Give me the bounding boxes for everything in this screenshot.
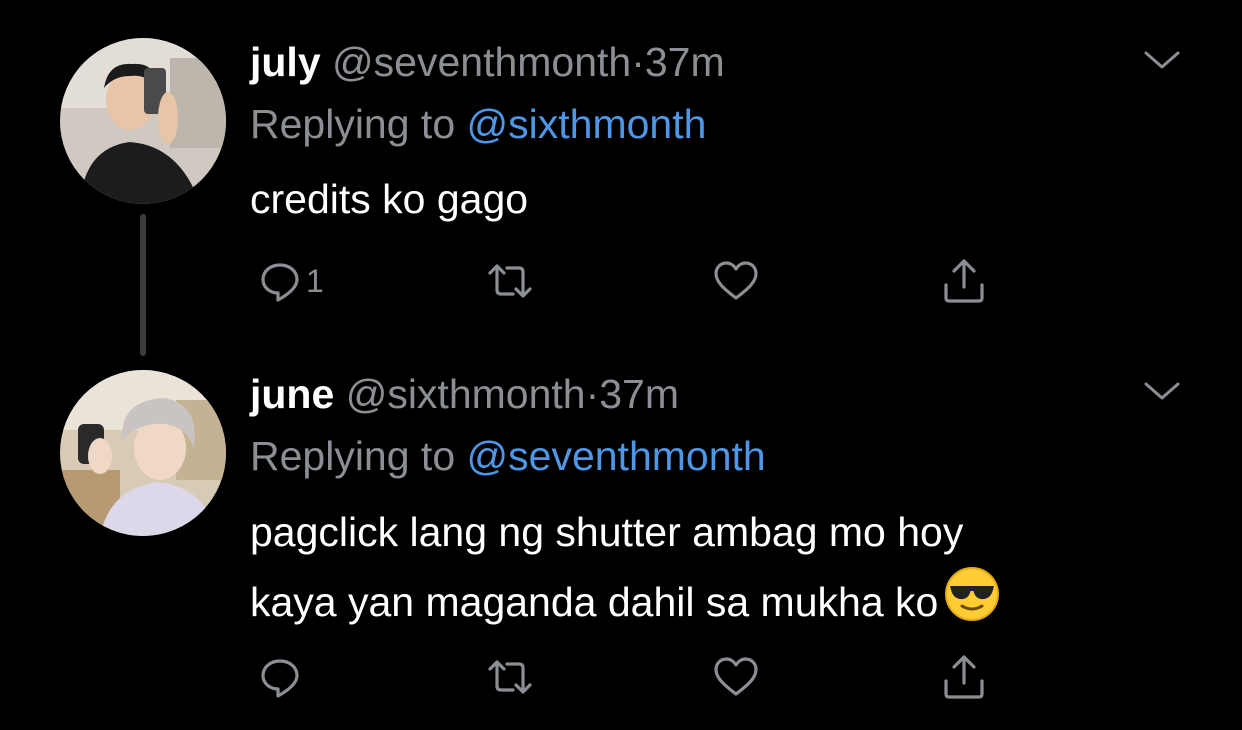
more-button[interactable] bbox=[1140, 45, 1184, 75]
share-button[interactable] bbox=[940, 256, 988, 306]
tweet-text-line: pagclick lang ng shutter ambag mo hoy bbox=[250, 509, 964, 555]
share-button[interactable] bbox=[940, 652, 988, 702]
tweet[interactable]: july @seventhmonth·37m Replying to @sixt… bbox=[0, 0, 1242, 360]
separator-dot: · bbox=[631, 39, 645, 85]
reply-icon bbox=[261, 263, 299, 302]
replying-label: Replying to bbox=[250, 433, 456, 479]
tweet-text-content: kaya yan maganda dahil sa mukha ko bbox=[250, 579, 939, 625]
more-button[interactable] bbox=[1140, 376, 1184, 406]
share-icon bbox=[944, 259, 984, 303]
tweet-actions bbox=[0, 652, 1242, 702]
replying-to-link[interactable]: @sixthmonth bbox=[467, 101, 707, 147]
display-name[interactable]: july bbox=[250, 39, 321, 85]
timestamp[interactable]: 37m bbox=[645, 39, 725, 85]
tweet-text-line: kaya yan maganda dahil sa mukha ko bbox=[250, 566, 1150, 642]
retweet-icon bbox=[488, 660, 532, 694]
like-button[interactable] bbox=[712, 652, 760, 702]
retweet-button[interactable] bbox=[486, 256, 534, 306]
timestamp[interactable]: 37m bbox=[599, 371, 679, 417]
tweet-actions: 1 bbox=[0, 256, 1242, 306]
tweet[interactable]: june @sixthmonth·37m Replying to @sevent… bbox=[0, 360, 1242, 730]
retweet-button[interactable] bbox=[486, 652, 534, 702]
chevron-down-icon bbox=[1144, 382, 1180, 400]
avatar-photo bbox=[60, 370, 226, 536]
like-button[interactable] bbox=[712, 256, 760, 306]
reply-count: 1 bbox=[306, 263, 324, 299]
handle[interactable]: @sixthmonth bbox=[346, 371, 586, 417]
avatar[interactable] bbox=[60, 38, 226, 204]
replying-to: Replying to @sixthmonth bbox=[250, 99, 706, 149]
replying-label: Replying to bbox=[250, 101, 456, 147]
replying-to: Replying to @seventhmonth bbox=[250, 431, 766, 481]
tweet-header: july @seventhmonth·37m bbox=[250, 37, 725, 87]
tweet-header: june @sixthmonth·37m bbox=[250, 369, 679, 419]
reply-button[interactable]: 1 bbox=[256, 256, 324, 306]
chevron-down-icon bbox=[1144, 51, 1180, 69]
avatar[interactable] bbox=[60, 370, 226, 536]
separator-dot: · bbox=[585, 371, 600, 417]
heart-icon bbox=[714, 657, 758, 696]
display-name[interactable]: june bbox=[250, 371, 334, 417]
reply-icon bbox=[261, 659, 299, 698]
tweet-text: credits ko gago bbox=[250, 176, 529, 222]
avatar-photo bbox=[60, 38, 226, 204]
handle[interactable]: @seventhmonth bbox=[332, 39, 631, 85]
sunglasses-emoji-icon bbox=[944, 566, 1000, 642]
heart-icon bbox=[714, 261, 758, 300]
replying-to-link[interactable]: @seventhmonth bbox=[467, 433, 766, 479]
share-icon bbox=[944, 655, 984, 699]
retweet-icon bbox=[488, 264, 532, 298]
tweet-text: pagclick lang ng shutter ambag mo hoy ka… bbox=[250, 498, 1150, 642]
reply-button[interactable] bbox=[256, 652, 306, 702]
